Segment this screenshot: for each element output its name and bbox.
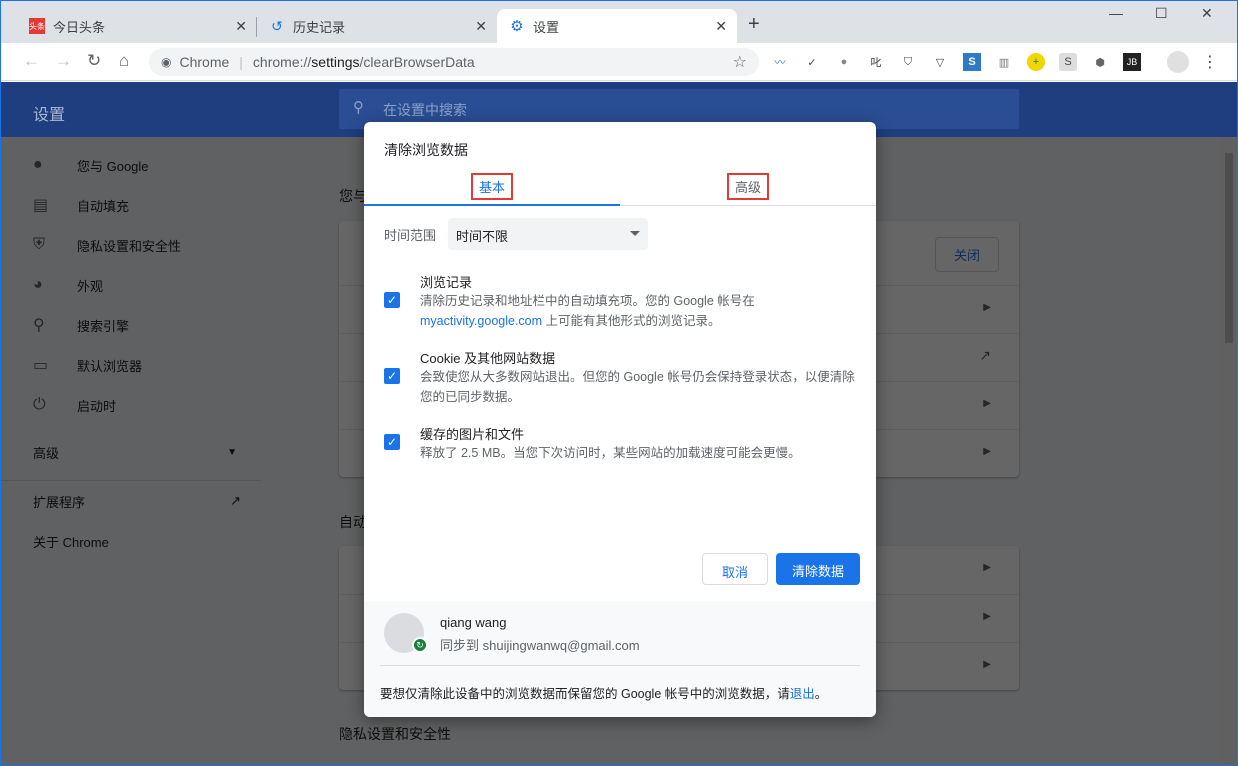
close-button[interactable]: 关闭 <box>934 237 999 272</box>
close-tab-icon[interactable]: ✕ <box>235 18 247 35</box>
sidebar-item-you-google[interactable]: ● 您与 Google <box>1 145 261 185</box>
tab-settings[interactable]: ⚙ 设置 ✕ <box>497 9 737 43</box>
new-tab-button[interactable]: + <box>748 13 760 36</box>
person-icon: ● <box>33 156 43 173</box>
maximize-button[interactable]: ☐ <box>1155 5 1168 22</box>
ext-4-icon[interactable]: 叱 <box>867 53 885 71</box>
sidebar-extensions[interactable]: 扩展程序 ↗ <box>1 481 261 521</box>
section-privacy: 隐私设置和安全性 <box>339 726 451 742</box>
close-window-button[interactable]: ✕ <box>1201 5 1213 22</box>
chrome-icon: ◉ <box>161 55 172 69</box>
toolbar: ← → ↻ ⌂ ◉ Chrome | chrome://settings/cle… <box>1 43 1237 81</box>
browser-icon: ▭ <box>33 357 49 374</box>
tab-label: 历史记录 <box>293 19 346 35</box>
tab-strip: 头条 今日头条 ✕ ↺ 历史记录 ✕ ⚙ 设置 ✕ + — ☐ ✕ <box>1 1 1237 43</box>
plus-circle-icon[interactable]: + <box>1027 53 1045 71</box>
account-name: qiang wang <box>440 615 507 630</box>
sidebar-advanced[interactable]: 高级 ▼ <box>1 425 261 481</box>
time-range-select[interactable]: 时间不限 <box>448 218 648 250</box>
s-gray-icon[interactable]: S <box>1059 53 1077 71</box>
footer-note: 要想仅清除此设备中的浏览数据而保留您的 Google 帐号中的浏览数据，请退出。 <box>380 687 828 701</box>
clear-data-button[interactable]: 清除数据 <box>776 553 860 585</box>
site-chip: Chrome <box>179 54 230 70</box>
url-text: chrome://settings/clearBrowserData <box>252 54 475 70</box>
scrollbar-thumb[interactable] <box>1225 153 1233 343</box>
caret-down-icon: ▼ <box>227 447 237 458</box>
address-bar[interactable]: ◉ Chrome | chrome://settings/clearBrowse… <box>149 48 759 76</box>
section-autofill: 自动 <box>339 514 367 530</box>
cancel-button[interactable]: 取消 <box>702 553 768 585</box>
shield-icon[interactable]: ⛉ <box>899 53 917 71</box>
profile-avatar[interactable] <box>1167 51 1189 73</box>
bookmark-star-icon[interactable]: ☆ <box>733 52 747 72</box>
history-icon: ↺ <box>271 17 283 34</box>
home-button[interactable]: ⌂ <box>119 51 129 71</box>
active-tab-indicator <box>364 204 620 206</box>
s-blue-icon[interactable]: S <box>963 53 981 71</box>
gear-icon: ⚙ <box>510 18 524 35</box>
tab-advanced[interactable]: 高级 <box>620 170 876 204</box>
sidebar-item-autofill[interactable]: ▤ 自动填充 <box>1 185 261 225</box>
sidebar-item-appearance[interactable]: ◕ 外观 <box>1 265 261 305</box>
section-you-google: 您与 <box>339 188 367 204</box>
ext-3-icon[interactable]: ● <box>835 53 853 71</box>
sidebar: ● 您与 Google ▤ 自动填充 ⛨ 隐私设置和安全性 ◕ 外观 ⚲ 搜索引擎 ▭ 默认… <box>1 137 261 561</box>
clipboard-icon: ▤ <box>33 197 49 214</box>
tt-icon[interactable]: ▥ <box>995 53 1013 71</box>
open-external-icon: ↗ <box>230 493 241 508</box>
trend-icon[interactable]: 〰 <box>771 53 789 71</box>
checkbox-cookies[interactable]: ✓ <box>384 368 400 384</box>
account-sync-email: 同步到 shuijingwanwq@gmail.com <box>440 638 640 653</box>
time-range-label: 时间范围 <box>384 228 437 243</box>
browser-window: 头条 今日头条 ✕ ↺ 历史记录 ✕ ⚙ 设置 ✕ + — ☐ ✕ ← → ↻ … <box>0 0 1238 766</box>
sidebar-item-startup[interactable]: ⏻ 启动时 <box>1 385 261 425</box>
jb-icon[interactable]: JB <box>1123 53 1141 71</box>
ext-2-icon[interactable]: ✓ <box>803 53 821 71</box>
sidebar-item-privacy[interactable]: ⛨ 隐私设置和安全性 <box>1 225 261 265</box>
menu-icon[interactable]: ⋮ <box>1201 53 1219 71</box>
checkbox-browsing-history[interactable]: ✓ <box>384 292 400 308</box>
sidebar-item-search-engine[interactable]: ⚲ 搜索引擎 <box>1 305 261 345</box>
sync-icon: ↻ <box>412 637 428 653</box>
checkbox-cache[interactable]: ✓ <box>384 434 400 450</box>
tab-label: 今日头条 <box>53 19 106 35</box>
minimize-button[interactable]: — <box>1109 5 1123 21</box>
shield-icon: ⛨ <box>33 236 46 253</box>
dialog-footer: ↻ qiang wang 同步到 shuijingwanwq@gmail.com… <box>364 601 876 717</box>
tab-toutiao[interactable]: 头条 今日头条 ✕ <box>17 9 257 43</box>
search-icon: ⚲ <box>33 317 45 334</box>
shield-check-icon[interactable]: ▽ <box>931 53 949 71</box>
tab-basic[interactable]: 基本 <box>364 170 620 204</box>
close-tab-icon[interactable]: ✕ <box>475 18 487 35</box>
tab-history[interactable]: ↺ 历史记录 ✕ <box>257 9 497 43</box>
hex-icon[interactable]: ⬢ <box>1091 53 1109 71</box>
footer-divider <box>380 665 860 666</box>
dialog-title: 清除浏览数据 <box>384 142 468 158</box>
forward-button[interactable]: → <box>55 51 72 71</box>
tab-label: 设置 <box>533 19 560 35</box>
back-button[interactable]: ← <box>23 51 40 71</box>
clear-browsing-data-dialog: 清除浏览数据 基本 高级 时间范围 时间不限 ✓ 浏览记录 清除历史记录和地址栏… <box>364 122 876 717</box>
search-icon: ⚲ <box>353 99 364 116</box>
palette-icon: ◕ <box>33 276 43 293</box>
close-tab-icon[interactable]: ✕ <box>715 18 727 35</box>
dropdown-arrow-icon <box>630 231 640 236</box>
page-title: 设置 <box>33 107 66 124</box>
toutiao-icon: 头条 <box>29 18 45 34</box>
myactivity-link[interactable]: myactivity.google.com <box>420 314 542 328</box>
sidebar-about[interactable]: 关于 Chrome <box>1 521 261 561</box>
power-icon: ⏻ <box>33 396 46 413</box>
sidebar-item-default-browser[interactable]: ▭ 默认浏览器 <box>1 345 261 385</box>
scrollbar[interactable] <box>1222 137 1236 764</box>
sign-out-link[interactable]: 退出 <box>790 687 815 701</box>
reload-button[interactable]: ↻ <box>87 51 101 71</box>
